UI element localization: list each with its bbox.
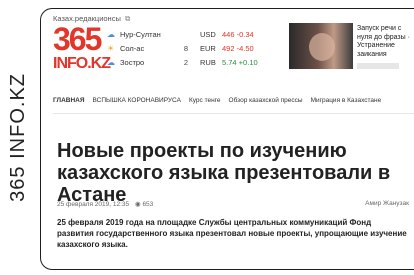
widget-row: ☀ Сол-ас 8 EUR 492 -4.50 bbox=[107, 41, 289, 55]
article-author[interactable]: Амир Жанузак bbox=[365, 200, 409, 207]
nav-item-tenge-rate[interactable]: Курс тенге bbox=[189, 97, 221, 111]
temperature: 8 bbox=[183, 43, 188, 53]
article-lead: 25 февраля 2019 года на площадке Службы … bbox=[57, 218, 407, 249]
external-link-icon: ⧉ bbox=[124, 14, 131, 23]
teaser-badge bbox=[357, 63, 399, 69]
cloud-icon: ☁ bbox=[107, 57, 115, 67]
ad-teaser[interactable]: Запуск речи с нуля до фразы · Устранение… bbox=[289, 23, 413, 79]
main-nav: ГЛАВНАЯ ВСПЫШКА КОРОНАВИРУСА Курс тенге … bbox=[53, 97, 414, 111]
sun-icon: ☀ bbox=[107, 43, 115, 53]
article-date: 25 февраля 2019, 12:35 bbox=[57, 201, 130, 208]
currency-rate: 492 -4.50 bbox=[222, 43, 254, 53]
site-header: Казах.редакционсы ⧉ 365 INFO.KZ ☁ Нур-Су… bbox=[41, 9, 414, 91]
weather-currency-widget: ☁ Нур-Султан USD 446 -0.34 ☀ Сол-ас 8 EU… bbox=[107, 27, 289, 69]
site-watermark: 365 INFO.KZ bbox=[6, 8, 30, 267]
eye-icon: ◉ bbox=[134, 201, 141, 208]
currency-rate: 5.74 +0.10 bbox=[222, 57, 258, 67]
widget-row: ☁ Зострo 2 RUB 5.74 +0.10 bbox=[107, 55, 289, 69]
nav-item-migration[interactable]: Миграция в Казахстане bbox=[311, 97, 382, 111]
city-name: Сол-ас bbox=[120, 43, 145, 53]
currency-rate: 446 -0.34 bbox=[222, 29, 254, 39]
article-screenshot-frame: Казах.редакционсы ⧉ 365 INFO.KZ ☁ Нур-Су… bbox=[40, 8, 414, 270]
nav-item-press-review[interactable]: Обзор казахской прессы bbox=[229, 97, 303, 111]
currency-code: EUR bbox=[200, 43, 216, 53]
nav-item-home[interactable]: ГЛАВНАЯ bbox=[53, 97, 85, 111]
teaser-thumbnail bbox=[289, 23, 353, 69]
article-meta: 25 февраля 2019, 12:35 ◉ 653 bbox=[57, 200, 153, 208]
watermark-text: 365 INFO.KZ bbox=[6, 73, 29, 202]
teaser-title: Запуск речи с нуля до фразы · Устранение… bbox=[357, 25, 410, 58]
widget-row: ☁ Нур-Султан USD 446 -0.34 bbox=[107, 27, 289, 41]
logo-text: INFO.KZ bbox=[53, 55, 111, 72]
site-logo[interactable]: 365 INFO.KZ bbox=[53, 21, 111, 81]
currency-code: RUB bbox=[200, 57, 216, 67]
nav-item-coronavirus[interactable]: ВСПЫШКА КОРОНАВИРУСА bbox=[93, 97, 181, 111]
temperature: 2 bbox=[183, 57, 188, 67]
city-name: Нур-Султан bbox=[120, 29, 161, 39]
currency-code: USD bbox=[200, 29, 216, 39]
logo-number: 365 bbox=[53, 21, 102, 57]
article-headline: Новые проекты по изучению казахского язы… bbox=[57, 140, 391, 207]
nav-divider bbox=[53, 113, 414, 114]
view-count: 653 bbox=[142, 201, 154, 208]
cloud-icon: ☁ bbox=[107, 29, 115, 39]
city-name: Зострo bbox=[120, 57, 145, 67]
